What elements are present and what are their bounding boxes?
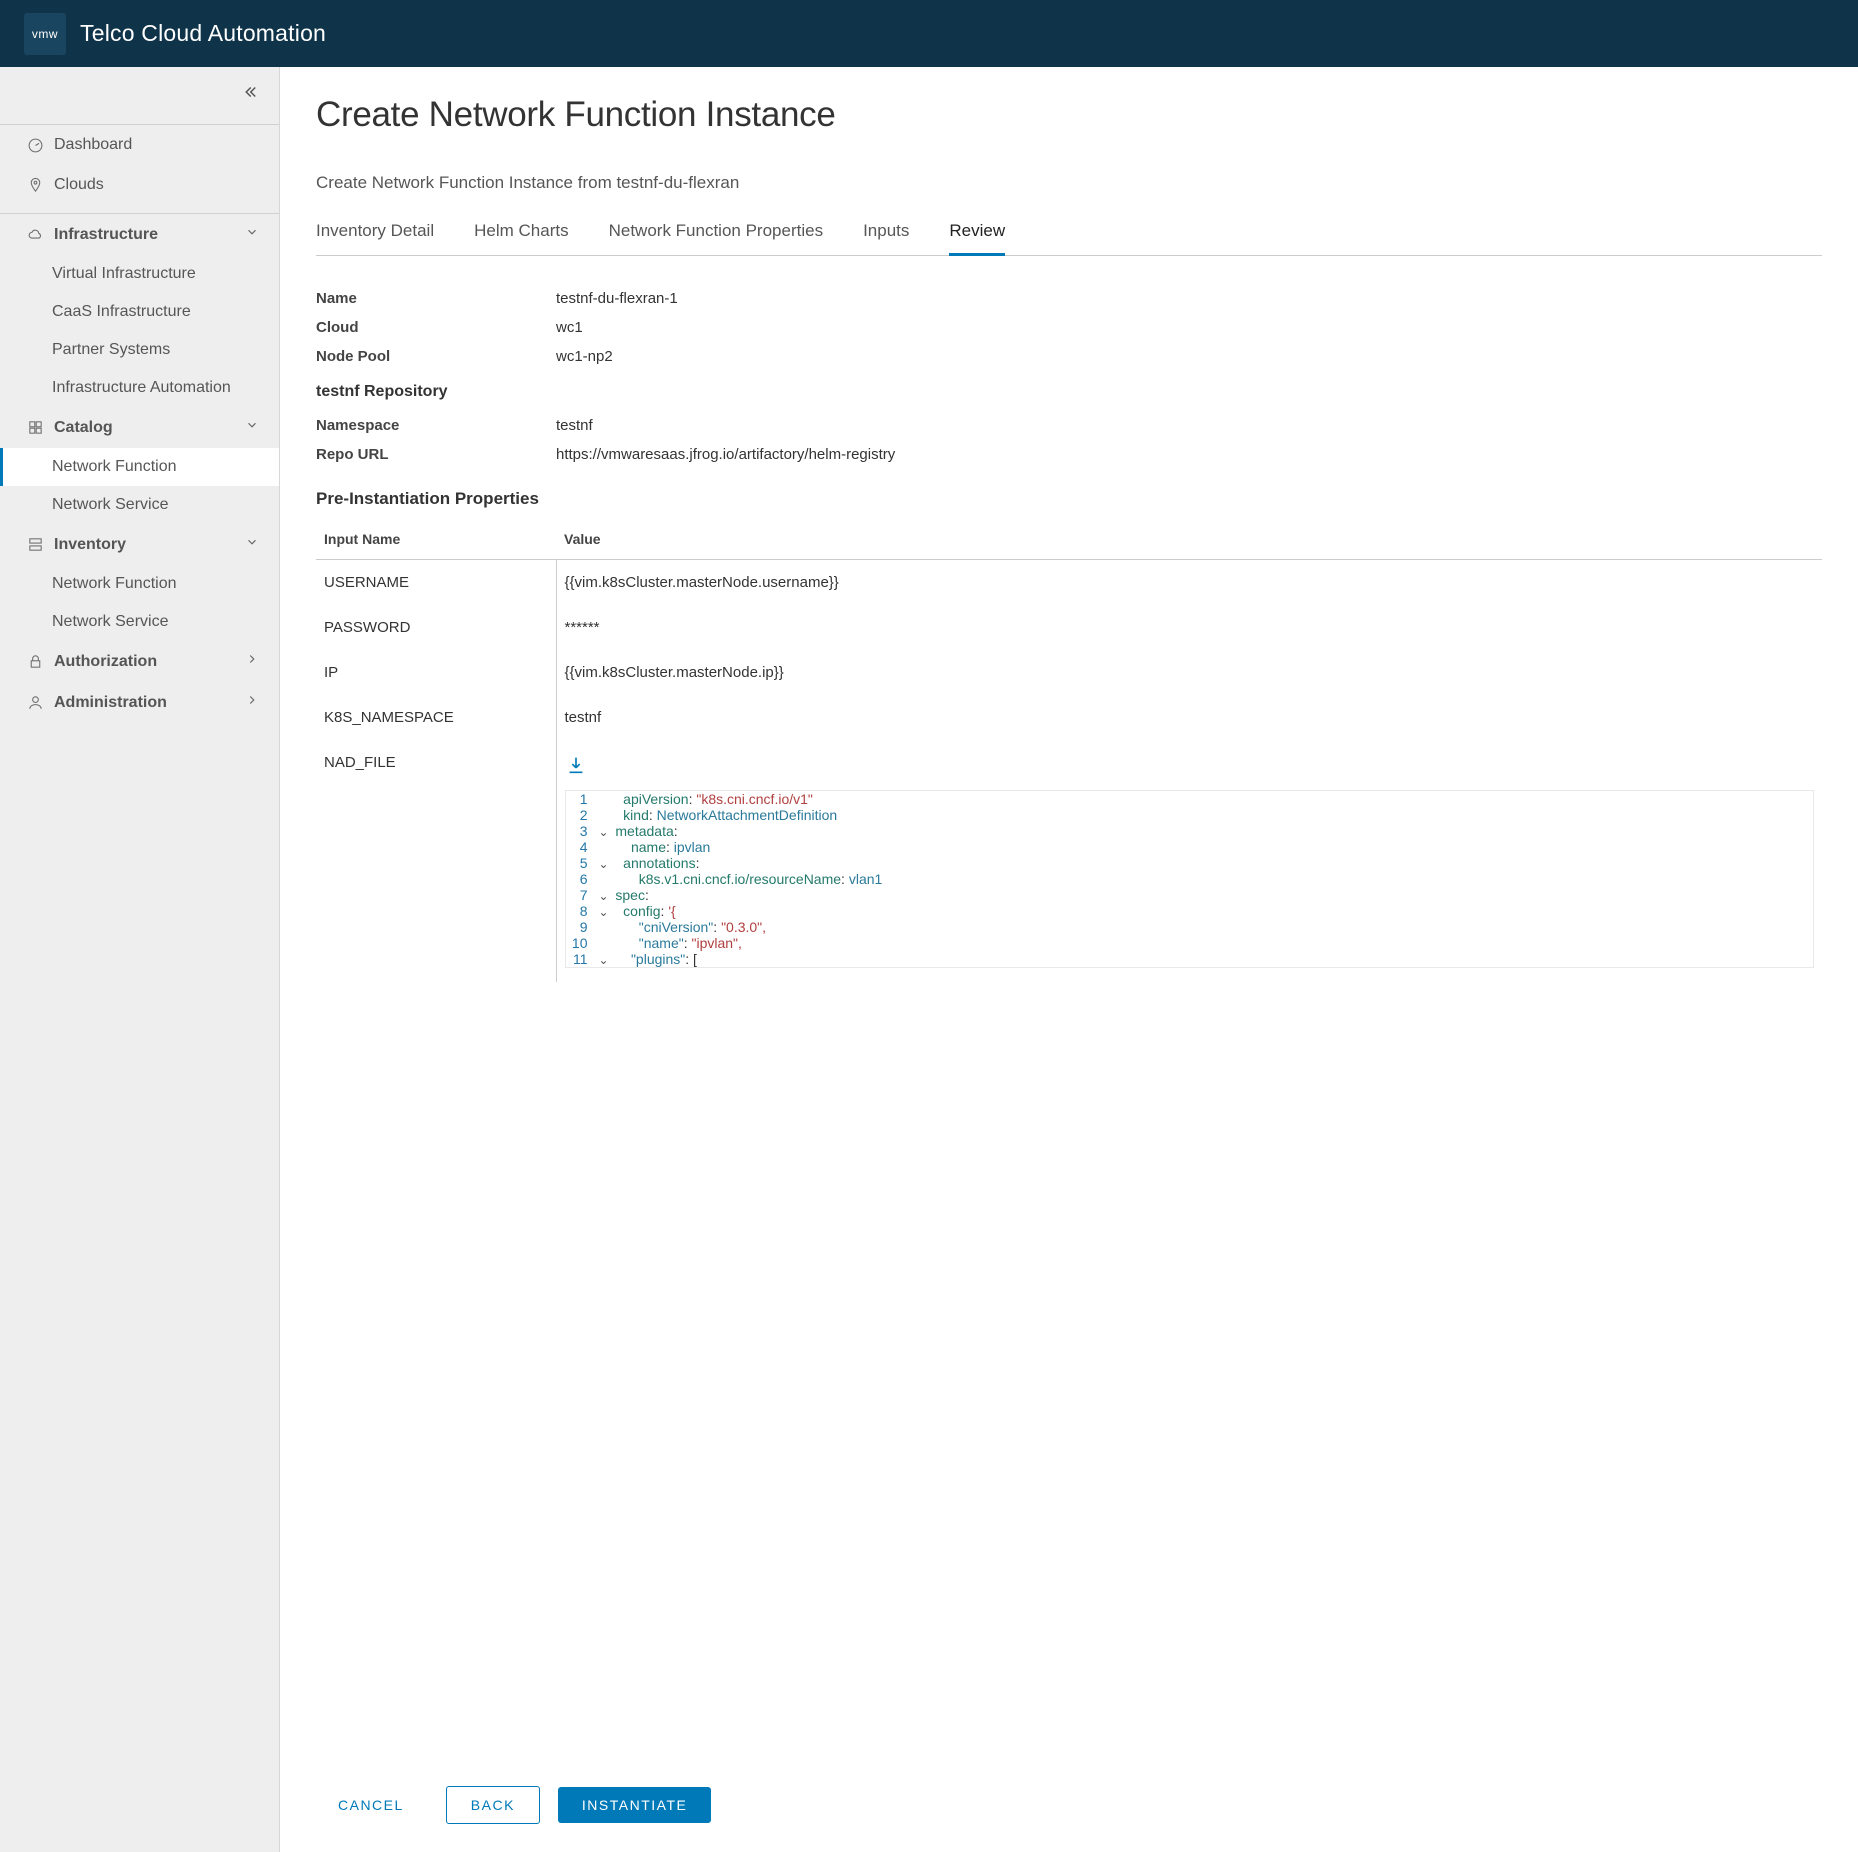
vmw-logo: vmw [24,13,66,55]
pre-instantiation-heading: Pre-Instantiation Properties [316,489,1822,509]
fold-icon[interactable]: ⌄ [596,825,612,839]
table-row: IP{{vim.k8sCluster.masterNode.ip}} [316,650,1822,695]
pin-icon [26,176,44,194]
table-row: NAD_FILE 1 apiVersion: "k8s.cni.cncf.io/… [316,740,1822,982]
fold-icon[interactable]: ⌄ [596,905,612,919]
prop-name: IP [316,650,556,695]
sidebar-item-inventory-network-service[interactable]: Network Service [0,603,279,641]
kv-label: Namespace [316,417,556,434]
prop-name: USERNAME [316,560,556,606]
sidebar-item-inventory-network-function[interactable]: Network Function [0,565,279,603]
chevron-down-icon [245,225,259,244]
sidebar-item-partner-systems[interactable]: Partner Systems [0,331,279,369]
kv-value: testnf [556,417,593,434]
tab-inputs[interactable]: Inputs [863,221,909,255]
repo-heading: testnf Repository [316,383,1822,401]
fold-icon[interactable]: ⌄ [596,953,612,967]
prop-value: testnf [556,695,1822,740]
sidebar-item-catalog-network-function[interactable]: Network Function [0,448,279,486]
kv-label: Repo URL [316,446,556,463]
sidebar-group-catalog[interactable]: Catalog [0,407,279,448]
back-button[interactable]: BACK [446,1786,540,1824]
catalog-icon [26,419,44,437]
sidebar-group-infrastructure[interactable]: Infrastructure [0,214,279,255]
sidebar-group-label: Inventory [54,536,126,554]
sidebar-group-administration[interactable]: Administration [0,682,279,723]
fold-icon[interactable]: ⌄ [596,857,612,871]
tab-helm-charts[interactable]: Helm Charts [474,221,568,255]
chevron-right-icon [245,693,259,712]
kv-value: https://vmwaresaas.jfrog.io/artifactory/… [556,446,895,463]
table-row: USERNAME{{vim.k8sCluster.masterNode.user… [316,560,1822,606]
tab-inventory-detail[interactable]: Inventory Detail [316,221,434,255]
tab-nf-properties[interactable]: Network Function Properties [609,221,823,255]
sidebar-group-label: Administration [54,694,167,712]
sidebar-group-authorization[interactable]: Authorization [0,641,279,682]
properties-table: Input Name Value USERNAME{{vim.k8sCluste… [316,519,1822,982]
prop-name: NAD_FILE [316,740,556,982]
page-title: Create Network Function Instance [316,95,1822,135]
summary-kv-list: Nametestnf-du-flexran-1 Cloudwc1 Node Po… [316,284,1822,469]
prop-name: PASSWORD [316,605,556,650]
sidebar-item-clouds[interactable]: Clouds [0,165,279,205]
table-row: PASSWORD****** [316,605,1822,650]
prop-value: ****** [556,605,1822,650]
fold-icon[interactable]: ⌄ [596,889,612,903]
sidebar-group-label: Infrastructure [54,226,158,244]
kv-value: wc1 [556,319,583,336]
tab-review[interactable]: Review [949,221,1005,255]
lock-icon [26,653,44,671]
chevron-down-icon [245,418,259,437]
sidebar-item-catalog-network-service[interactable]: Network Service [0,486,279,524]
collapse-sidebar-icon[interactable] [241,83,259,106]
instantiate-button[interactable]: INSTANTIATE [558,1787,711,1823]
prop-value-nad-file: 1 apiVersion: "k8s.cni.cncf.io/v1" 2 kin… [556,740,1822,982]
prop-name: K8S_NAMESPACE [316,695,556,740]
gauge-icon [26,136,44,154]
kv-value: wc1-np2 [556,348,613,365]
app-header: vmw Telco Cloud Automation [0,0,1858,67]
sidebar-item-label: Clouds [54,176,104,194]
table-row: K8S_NAMESPACEtestnf [316,695,1822,740]
sidebar-group-label: Catalog [54,419,113,437]
inventory-icon [26,536,44,554]
product-name: Telco Cloud Automation [80,20,326,47]
prop-header-name: Input Name [316,519,556,560]
chevron-down-icon [245,535,259,554]
prop-value: {{vim.k8sCluster.masterNode.ip}} [556,650,1822,695]
sidebar-group-inventory[interactable]: Inventory [0,524,279,565]
page-subtitle: Create Network Function Instance from te… [316,173,1822,193]
sidebar-item-label: Dashboard [54,136,132,154]
chevron-right-icon [245,652,259,671]
yaml-code-block: 1 apiVersion: "k8s.cni.cncf.io/v1" 2 kin… [565,790,1815,968]
user-icon [26,694,44,712]
kv-label: Name [316,290,556,307]
sidebar-item-dashboard[interactable]: Dashboard [0,125,279,165]
sidebar-item-caas-infrastructure[interactable]: CaaS Infrastructure [0,293,279,331]
kv-label: Cloud [316,319,556,336]
kv-label: Node Pool [316,348,556,365]
kv-value: testnf-du-flexran-1 [556,290,678,307]
sidebar-item-infrastructure-automation[interactable]: Infrastructure Automation [0,369,279,407]
cancel-button[interactable]: CANCEL [314,1787,428,1823]
main-panel: Create Network Function Instance Create … [280,67,1858,1852]
download-icon[interactable] [565,763,587,780]
sidebar: Dashboard Clouds Infrastructure Virtual … [0,67,280,1852]
wizard-footer: CANCEL BACK INSTANTIATE [280,1770,1858,1852]
sidebar-item-virtual-infrastructure[interactable]: Virtual Infrastructure [0,255,279,293]
prop-header-value: Value [556,519,1822,560]
prop-value: {{vim.k8sCluster.masterNode.username}} [556,560,1822,606]
sidebar-group-label: Authorization [54,653,157,671]
wizard-tabs: Inventory Detail Helm Charts Network Fun… [316,221,1822,256]
cloud-icon [26,226,44,244]
